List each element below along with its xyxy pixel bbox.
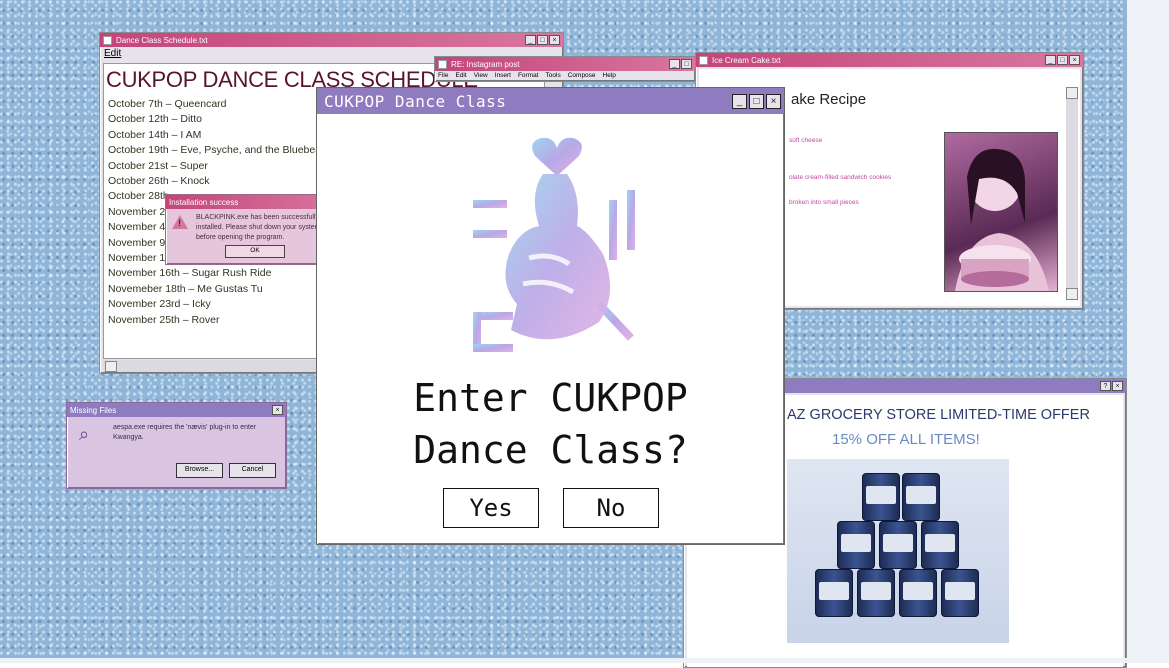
missing-titlebar[interactable]: Missing Files × (67, 403, 286, 417)
close-button[interactable]: × (272, 405, 283, 415)
close-button[interactable]: × (766, 93, 781, 109)
menu-help[interactable]: Help (603, 72, 616, 79)
icecream-titlebar[interactable]: Ice Cream Cake.txt _ □ × (696, 53, 1083, 67)
notepad-icon (103, 35, 112, 45)
offer-discount: 15% OFF ALL ITEMS! (832, 431, 980, 448)
search-file-icon: ⌕ (79, 424, 90, 444)
maximize-button[interactable]: □ (1057, 55, 1068, 65)
minimize-button[interactable]: _ (669, 59, 680, 69)
scroll-up-arrow[interactable] (1066, 87, 1078, 99)
ig-window-title: RE: Instagram post (451, 59, 520, 69)
menu-compose[interactable]: Compose (568, 72, 596, 79)
warning-icon: ! (172, 215, 188, 229)
minimize-button[interactable]: _ (1045, 55, 1056, 65)
question-line-2: Dance Class? (413, 428, 688, 472)
scroll-down-arrow[interactable] (1066, 288, 1078, 300)
instagram-post-window: RE: Instagram post _ □ File Edit View In… (434, 56, 696, 82)
offer-headline: AZ GROCERY STORE LIMITED-TIME OFFER (787, 407, 1090, 423)
ingredient-line: broken into small pieces (789, 199, 859, 206)
maximize-button[interactable]: □ (749, 93, 764, 109)
canned-goods-image (787, 459, 1009, 643)
missing-dialog-title: Missing Files (70, 405, 117, 415)
cancel-button[interactable]: Cancel (229, 463, 276, 478)
menu-file[interactable]: File (438, 72, 448, 79)
finger-heart-logo (469, 134, 645, 360)
question-line-1: Enter CUKPOP (413, 376, 688, 420)
menu-format[interactable]: Format (518, 72, 539, 79)
menu-view[interactable]: View (474, 72, 488, 79)
cukpop-dialog-title: CUKPOP Dance Class (324, 91, 507, 111)
menu-tools[interactable]: Tools (546, 72, 561, 79)
mail-icon (438, 59, 447, 69)
minimize-button[interactable]: _ (525, 35, 536, 45)
ok-button[interactable]: OK (225, 245, 285, 258)
browse-button[interactable]: Browse... (176, 463, 223, 478)
cukpop-dialog: CUKPOP Dance Class _ □ × Enter CUKPOP Da… (316, 87, 785, 545)
menu-edit[interactable]: Edit (455, 72, 466, 79)
maximize-button[interactable]: □ (681, 59, 692, 69)
maximize-button[interactable]: □ (537, 35, 548, 45)
menu-insert[interactable]: Insert (495, 72, 511, 79)
scroll-left-arrow[interactable] (105, 361, 117, 372)
missing-message: aespa.exe requires the 'nævis' plug-in t… (113, 424, 257, 441)
cukpop-titlebar[interactable]: CUKPOP Dance Class _ □ × (317, 88, 784, 114)
minimize-button[interactable]: _ (732, 93, 747, 109)
vertical-scrollbar[interactable] (1066, 87, 1078, 300)
close-button[interactable]: × (1069, 55, 1080, 65)
ingredient-line: olate cream-filled sandwich cookies (789, 174, 892, 181)
ingredient-line: soft cheese (789, 137, 823, 144)
close-button[interactable]: × (549, 35, 560, 45)
schedule-window-title: Dance Class Schedule.txt (116, 35, 208, 45)
no-button[interactable]: No (563, 488, 659, 528)
close-button[interactable]: × (1112, 381, 1123, 391)
missing-files-dialog: Missing Files × ⌕ aespa.exe requires the… (66, 402, 287, 489)
install-dialog-title: Installation success (169, 197, 239, 207)
photo-woman-with-cake (944, 132, 1058, 292)
recipe-heading: ake Recipe (791, 91, 867, 108)
yes-button[interactable]: Yes (443, 488, 539, 528)
notepad-icon (699, 55, 708, 65)
ig-titlebar[interactable]: RE: Instagram post _ □ (435, 57, 695, 71)
icecream-window-title: Ice Cream Cake.txt (712, 55, 781, 65)
schedule-titlebar[interactable]: Dance Class Schedule.txt _ □ × (100, 33, 563, 47)
ig-menubar: File Edit View Insert Format Tools Compo… (435, 71, 695, 80)
help-button[interactable]: ? (1100, 381, 1111, 391)
